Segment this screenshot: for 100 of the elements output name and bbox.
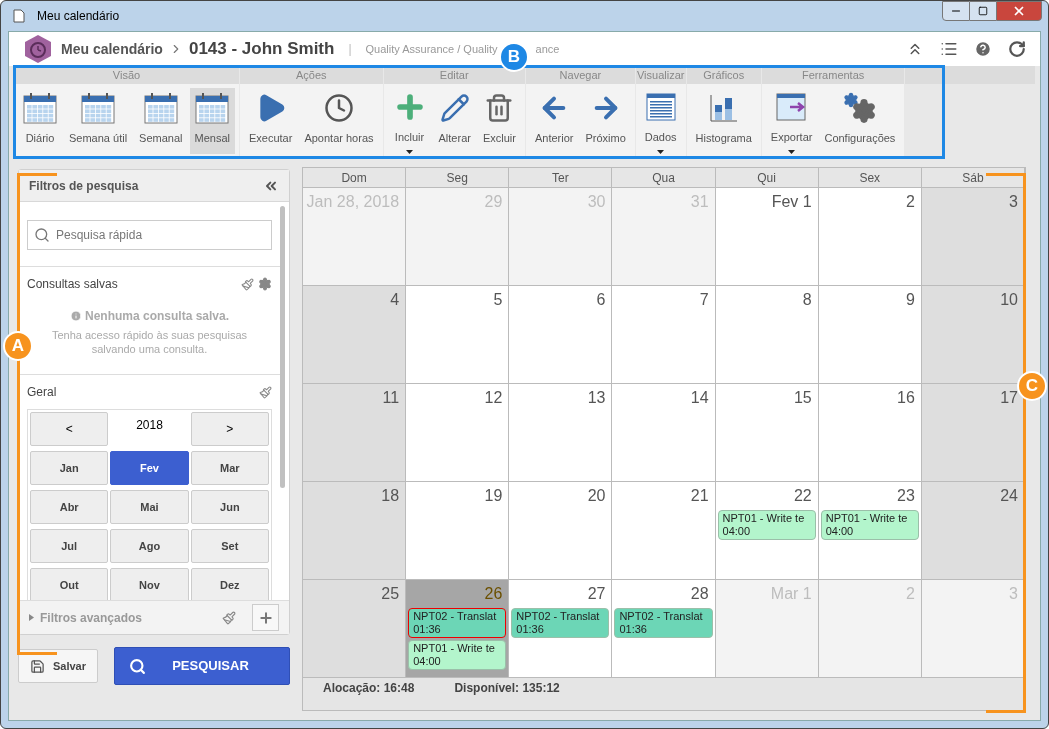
month-button[interactable]: Abr [30, 490, 109, 524]
ribbon-button[interactable]: Excluir [477, 88, 521, 154]
event-chip[interactable]: NPT02 - Translat 01:36 [511, 608, 610, 638]
caret-icon [657, 150, 665, 154]
day-number: 26 [483, 584, 504, 604]
day-cell[interactable]: 19 [406, 482, 510, 580]
day-cell[interactable]: 8 [715, 286, 819, 384]
day-cell[interactable]: 2 [818, 188, 922, 286]
broom-icon[interactable] [259, 385, 272, 399]
ribbon-button[interactable]: Semanal [134, 88, 188, 154]
day-cell[interactable]: 17 [921, 384, 1025, 482]
breadcrumb-link[interactable]: Meu calendário [61, 38, 163, 60]
day-cell[interactable]: 21 [612, 482, 716, 580]
day-cell[interactable]: 6 [509, 286, 613, 384]
event-chip[interactable]: NPT02 - Translat 01:36 [408, 608, 507, 638]
month-button[interactable]: Out [30, 568, 109, 600]
day-cell[interactable]: 12 [406, 384, 510, 482]
day-cell[interactable]: 5 [406, 286, 510, 384]
ribbon-button[interactable]: Mensal [189, 88, 235, 154]
event-chip[interactable]: NPT01 - Write te 04:00 [820, 510, 919, 540]
day-number: 13 [586, 388, 607, 408]
month-button[interactable]: Dez [190, 568, 269, 600]
day-cell[interactable]: 26 NPT02 - Translat 01:36 NPT01 - Write te 04:00 [406, 580, 510, 678]
list-icon[interactable] [940, 40, 958, 58]
day-number: 12 [483, 388, 504, 408]
ribbon-button[interactable]: Apontar horas [299, 88, 379, 154]
month-button[interactable]: Set [190, 529, 269, 563]
broom-icon[interactable] [222, 610, 236, 625]
day-cell[interactable]: 4 [303, 286, 407, 384]
month-button[interactable]: Mai [110, 490, 189, 524]
month-button[interactable]: Ago [110, 529, 189, 563]
day-cell[interactable]: 13 [509, 384, 613, 482]
calendar-icon [23, 92, 57, 124]
day-number: Fev 1 [770, 192, 813, 212]
day-cell[interactable]: 9 [818, 286, 922, 384]
search-button[interactable]: PESQUISAR [114, 647, 290, 685]
ribbon-button[interactable]: Semana útil [64, 88, 133, 154]
day-cell[interactable]: 15 [715, 384, 819, 482]
maximize-button[interactable] [970, 1, 996, 21]
previous-year-button[interactable]: < [30, 412, 109, 446]
day-cell[interactable]: 28 NPT02 - Translat 01:36 [612, 580, 716, 678]
ribbon-button[interactable]: Configurações [819, 88, 901, 154]
close-button[interactable] [996, 1, 1042, 21]
save-button[interactable]: Salvar [18, 649, 98, 683]
month-button[interactable]: Jul [30, 529, 109, 563]
broom-icon[interactable] [241, 277, 254, 291]
ribbon-button[interactable]: Incluir [387, 88, 432, 154]
day-cell[interactable]: 25 [303, 580, 407, 678]
expand-caret-icon[interactable] [29, 614, 34, 621]
info-icon [69, 310, 82, 322]
search-field[interactable]: Pesquisa rápida [27, 220, 272, 250]
day-number: 22 [792, 486, 813, 506]
caret-icon [406, 150, 413, 154]
day-cell[interactable]: 23 NPT01 - Write te 04:00 [818, 482, 922, 580]
next-year-button[interactable]: > [190, 412, 269, 446]
stopwatch-logo-icon [23, 34, 53, 64]
calendar-icon [143, 92, 178, 124]
help-icon[interactable] [974, 40, 992, 58]
month-button[interactable]: Jun [190, 490, 269, 524]
day-cell[interactable]: Fev 1 [715, 188, 819, 286]
event-chip[interactable]: NPT01 - Write te 04:00 [408, 640, 507, 670]
day-cell[interactable]: 22 NPT01 - Write te 04:00 [715, 482, 819, 580]
add-button[interactable] [252, 604, 279, 631]
day-cell[interactable]: 16 [818, 384, 922, 482]
search-icon [34, 227, 50, 243]
ribbon-button[interactable]: Alterar [433, 88, 476, 154]
export-window-icon [775, 93, 808, 122]
scrollbar[interactable] [280, 206, 285, 488]
month-button[interactable]: Jan [30, 451, 109, 485]
day-cell[interactable]: 14 [612, 384, 716, 482]
day-cell[interactable]: 11 [303, 384, 407, 482]
day-cell[interactable]: 24 [921, 482, 1025, 580]
settings-icon[interactable] [258, 277, 272, 291]
day-cell[interactable]: 7 [612, 286, 716, 384]
day-cell[interactable]: 20 [509, 482, 613, 580]
page-title: 0143 - John Smith [188, 38, 335, 61]
ribbon-button[interactable]: Exportar [765, 88, 818, 154]
ribbon-button[interactable]: Próximo [580, 88, 631, 154]
day-number: 25 [380, 584, 401, 604]
event-chip[interactable]: NPT02 - Translat 01:36 [614, 608, 713, 638]
ribbon-button[interactable]: Executar [244, 88, 298, 154]
minimize-button[interactable] [942, 1, 970, 21]
month-button[interactable]: Fev [110, 451, 189, 485]
ribbon-button[interactable]: Anterior [529, 88, 579, 154]
day-cell[interactable]: 27 NPT02 - Translat 01:36 [509, 580, 613, 678]
month-button[interactable]: Mar [190, 451, 269, 485]
event-chip[interactable]: NPT01 - Write te 04:00 [717, 510, 816, 540]
day-number: 14 [689, 388, 710, 408]
ribbon-button[interactable]: Diário [18, 88, 62, 154]
day-number: 10 [999, 290, 1019, 310]
close-icon [1012, 4, 1026, 18]
page-subtitle: Quality Assurance / Quality [365, 41, 498, 57]
day-cell[interactable]: 10 [921, 286, 1025, 384]
refresh-icon[interactable] [1008, 40, 1026, 58]
callout-badge: A [3, 331, 33, 361]
day-cell[interactable]: 3 [921, 188, 1025, 286]
month-button[interactable]: Nov [110, 568, 189, 600]
day-cell[interactable]: 18 [303, 482, 407, 580]
day-number: 17 [999, 388, 1019, 408]
summary-text: Alocação: 16:48 [323, 680, 415, 697]
